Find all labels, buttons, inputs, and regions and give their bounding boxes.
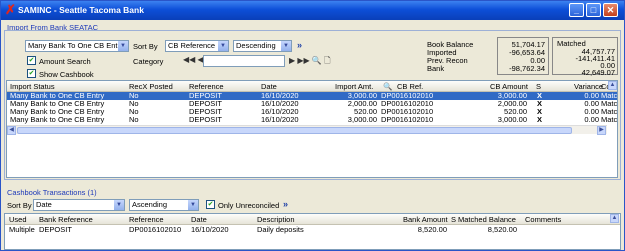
col-date[interactable]: Date (191, 215, 207, 224)
only-unreconciled-label: Only Unreconciled (218, 201, 280, 210)
bank-value: -98,762.34 (509, 64, 545, 73)
scroll-right-icon[interactable]: ▶ (597, 126, 606, 135)
cell-amount: 3,000.00 (347, 115, 377, 124)
sort-field-value: CB Reference (168, 41, 216, 50)
matched-bank-value: 42,649.07 (581, 68, 615, 77)
cell-posted: No (129, 115, 139, 124)
maximize-button[interactable]: □ (586, 3, 601, 17)
sort-order-select[interactable]: Descending ▼ (233, 40, 292, 52)
category-input[interactable] (203, 55, 285, 67)
show-cashbook-checkbox[interactable]: ✔ (27, 69, 36, 78)
scroll-left-icon[interactable]: ◀ (7, 126, 16, 135)
cell-variance: 0.00 (584, 115, 599, 124)
table-row[interactable]: Multiple DEPOSIT DP0016102010 16/10/2020… (5, 226, 620, 234)
mode-select[interactable]: Many Bank To One CB Entry ▼ (25, 40, 129, 52)
chevron-down-icon: ▼ (281, 41, 291, 51)
bank-label: Bank (427, 64, 445, 73)
col-s[interactable]: S (536, 82, 541, 91)
col-cb-ref[interactable]: CB Ref. (397, 82, 423, 91)
cell-bankref: DEPOSIT (39, 225, 72, 234)
cashbook-sort-order-value: Ascending (132, 200, 168, 209)
sort-order-value: Descending (236, 41, 276, 50)
col-import-amt[interactable]: Import Amt. (335, 82, 373, 91)
cashbook-sort-field-value: Date (36, 200, 52, 209)
cashbook-grid-header: Used Bank Reference Reference Date Descr… (5, 214, 620, 225)
sort-by-label: Sort By (133, 42, 158, 51)
expand-icon[interactable]: » (297, 40, 302, 50)
col-bank-reference[interactable]: Bank Reference (39, 215, 93, 224)
mode-select-value: Many Bank To One CB Entry (28, 41, 124, 50)
import-grid: Import Status RecX Posted Reference Date… (6, 80, 618, 178)
col-matched-balance[interactable]: Matched Balance (458, 215, 516, 224)
chevron-down-icon: ▼ (114, 200, 124, 210)
col-reference[interactable]: Reference (129, 215, 164, 224)
only-unreconciled-checkbox[interactable]: ✔ (206, 200, 215, 209)
col-description[interactable]: Description (257, 215, 295, 224)
col-used[interactable]: Used (9, 215, 27, 224)
cell-date: 16/10/2020 (261, 115, 299, 124)
title-bar: ✗ SAMINC - Seattle Tacoma Bank _ □ ✕ (1, 1, 624, 20)
scroll-up-icon[interactable]: ▲ (608, 81, 617, 90)
scroll-up-icon[interactable]: ▲ (610, 214, 619, 223)
scroll-thumb[interactable] (17, 127, 572, 134)
cell-date: 16/10/2020 (191, 225, 229, 234)
cashbook-section-title: Cashbook Transactions (1) (7, 188, 97, 197)
col-cb-amount[interactable]: CB Amount (490, 82, 528, 91)
cell-used: Multiple (9, 225, 35, 234)
cell-description: Daily deposits (257, 225, 304, 234)
expand-icon[interactable]: » (283, 199, 288, 209)
chevron-down-icon: ▼ (218, 41, 228, 51)
cell-amount: 8,520.00 (417, 225, 447, 234)
show-cashbook-label: Show Cashbook (39, 70, 94, 79)
col-s[interactable]: S (451, 215, 456, 224)
close-button[interactable]: ✕ (603, 3, 618, 17)
col-variance[interactable]: Variance (574, 82, 603, 91)
cell-matched: 8,520.00 (487, 225, 517, 234)
main-window: ✗ SAMINC - Seattle Tacoma Bank _ □ ✕ Imp… (0, 0, 625, 251)
app-logo-icon: ✗ (5, 2, 16, 17)
amount-search-label: Amount Search (39, 57, 91, 66)
cell-reference: DEPOSIT (189, 115, 222, 124)
col-date[interactable]: Date (261, 82, 277, 91)
cell-reference: DP0016102010 (129, 225, 182, 234)
sort-field-select[interactable]: CB Reference ▼ (165, 40, 229, 52)
col-comments[interactable]: Comments (525, 215, 561, 224)
table-row[interactable]: Many Bank to One CB Entry No DEPOSIT 16/… (7, 116, 617, 124)
col-recx-posted[interactable]: RecX Posted (129, 82, 173, 91)
col-reference[interactable]: Reference (189, 82, 224, 91)
cell-comm: Match (601, 115, 618, 124)
cell-cbamount: 3,000.00 (497, 115, 527, 124)
minimize-button[interactable]: _ (569, 3, 584, 17)
cashbook-sort-by-label: Sort By (7, 201, 32, 210)
import-panel: Many Bank To One CB Entry ▼ Sort By CB Re… (4, 30, 621, 180)
search-icon[interactable]: 🔍 (383, 82, 392, 91)
col-import-status[interactable]: Import Status (10, 82, 55, 91)
chevron-down-icon: ▼ (188, 200, 198, 210)
category-label: Category (133, 57, 164, 66)
cell-cbref: DP0016102010 (381, 115, 434, 124)
amount-search-checkbox[interactable]: ✔ (27, 56, 36, 65)
first-prev-icon[interactable]: ◀◀ ◀ (183, 55, 204, 64)
cashbook-grid: Used Bank Reference Reference Date Descr… (4, 213, 621, 250)
cell-status: Many Bank to One CB Entry (10, 115, 105, 124)
col-bank-amount[interactable]: Bank Amount (403, 215, 448, 224)
cell-s: X (537, 115, 543, 124)
cashbook-sort-field-select[interactable]: Date ▼ (33, 199, 125, 211)
next-last-search-icon[interactable]: ▶ ▶▶ 🔍 🗋 (289, 55, 331, 69)
horizontal-scrollbar[interactable]: ◀ ▶ (7, 125, 607, 135)
window-title: SAMINC - Seattle Tacoma Bank (18, 5, 144, 15)
chevron-down-icon: ▼ (118, 41, 128, 51)
cashbook-sort-order-select[interactable]: Ascending ▼ (129, 199, 199, 211)
